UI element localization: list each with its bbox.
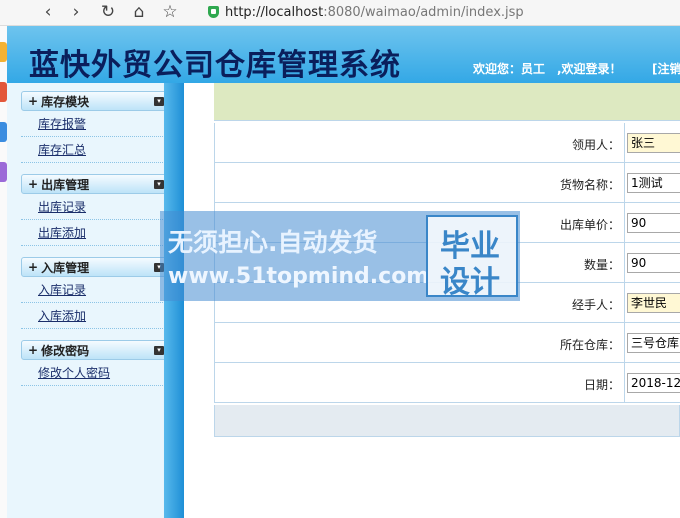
- date-input[interactable]: 2018-12-: [627, 373, 680, 393]
- unit-price-input[interactable]: 90: [627, 213, 680, 233]
- watermark-badge: 毕业 设计: [426, 215, 518, 300]
- sidebar-item-stock-alert[interactable]: 库存报警: [21, 111, 171, 137]
- goods-name-label: 货物名称：: [559, 178, 620, 192]
- handler-input[interactable]: 李世民: [627, 293, 680, 313]
- sidebar-item-outbound-records[interactable]: 出库记录: [21, 194, 171, 220]
- watermark-overlay: 无须担心.自动发货 www.51topmind.com 毕业 设计: [160, 211, 520, 301]
- forward-icon[interactable]: ›: [64, 1, 88, 23]
- form-title-bar: [214, 83, 680, 121]
- plus-icon: +: [28, 177, 39, 191]
- menu-header-password[interactable]: + 修改密码 ▾: [21, 340, 171, 360]
- app-title: 蓝快外贸公司仓库管理系统: [29, 48, 401, 83]
- secure-shield-icon: [208, 6, 219, 18]
- sidebar: + 库存模块 ▾ 库存报警 库存汇总 + 出库管理 ▾ 出库记录 出库添加 + …: [7, 83, 184, 518]
- menu-header-label: 修改密码: [41, 343, 90, 358]
- watermark-badge-line2: 设计: [440, 265, 500, 300]
- handler-label: 经手人：: [571, 298, 620, 312]
- url-host: http://localhost: [225, 4, 324, 20]
- menu-group-password: + 修改密码 ▾ 修改个人密码: [21, 340, 171, 386]
- form-row-goods-name: 货物名称： 1测试: [215, 163, 680, 203]
- sidebar-item-inbound-records[interactable]: 入库记录: [21, 277, 171, 303]
- sidebar-item-stock-summary[interactable]: 库存汇总: [21, 137, 171, 163]
- side-app-icon[interactable]: [0, 82, 7, 102]
- side-app-icon[interactable]: [0, 42, 7, 62]
- unit-price-label: 出库单价：: [559, 218, 620, 232]
- menu-group-inventory: + 库存模块 ▾ 库存报警 库存汇总: [21, 91, 171, 163]
- recipient-input[interactable]: 张三: [627, 133, 680, 153]
- warehouse-select[interactable]: 三号仓库: [627, 333, 680, 353]
- menu-group-outbound: + 出库管理 ▾ 出库记录 出库添加: [21, 174, 171, 246]
- browser-toolbar: ‹ › ↻ ⌂ ☆ http://localhost:8080/waimao/a…: [0, 0, 680, 26]
- app-header: 蓝快外贸公司仓库管理系统 欢迎您：员工 ,欢迎登录！ [注销: [7, 26, 680, 83]
- date-label: 日期：: [583, 378, 620, 392]
- sidebar-item-inbound-add[interactable]: 入库添加: [21, 303, 171, 329]
- sidebar-item-outbound-add[interactable]: 出库添加: [21, 220, 171, 246]
- plus-icon: +: [28, 94, 39, 108]
- logout-link[interactable]: [注销: [652, 60, 680, 77]
- home-icon[interactable]: ⌂: [127, 1, 151, 23]
- menu-group-inbound: + 入库管理 ▾ 入库记录 入库添加: [21, 257, 171, 329]
- recipient-label: 领用人：: [571, 138, 620, 152]
- collapse-icon[interactable]: ▾: [154, 180, 164, 189]
- form-row-recipient: 领用人： 张三: [215, 123, 680, 163]
- form-row-date: 日期： 2018-12-: [215, 363, 680, 403]
- menu-header-label: 库存模块: [41, 94, 90, 109]
- plus-icon: +: [28, 260, 39, 274]
- watermark-slogan: 无须担心.自动发货: [168, 228, 378, 257]
- warehouse-label: 所在仓库：: [559, 338, 620, 352]
- menu-header-outbound[interactable]: + 出库管理 ▾: [21, 174, 171, 194]
- menu-header-label: 出库管理: [41, 177, 90, 192]
- reload-icon[interactable]: ↻: [96, 1, 120, 23]
- address-bar[interactable]: http://localhost:8080/waimao/admin/index…: [208, 3, 524, 21]
- quantity-label: 数量：: [583, 258, 620, 272]
- goods-name-select[interactable]: 1测试: [627, 173, 680, 193]
- form-footer-bar: [214, 405, 680, 437]
- welcome-text: 欢迎您：员工 ,欢迎登录！: [473, 62, 622, 76]
- back-icon[interactable]: ‹: [36, 1, 60, 23]
- side-app-icon[interactable]: [0, 162, 7, 182]
- form-row-warehouse: 所在仓库： 三号仓库: [215, 323, 680, 363]
- bookmark-star-icon[interactable]: ☆: [158, 1, 182, 23]
- url-path: :8080/waimao/admin/index.jsp: [323, 4, 524, 20]
- plus-icon: +: [28, 343, 39, 357]
- watermark-url: www.51topmind.com: [168, 264, 430, 289]
- menu-header-label: 入库管理: [41, 260, 90, 275]
- sidebar-item-change-password[interactable]: 修改个人密码: [21, 360, 171, 386]
- collapse-icon[interactable]: ▾: [154, 346, 164, 355]
- side-app-icon[interactable]: [0, 122, 7, 142]
- quantity-input[interactable]: 90: [627, 253, 680, 273]
- browser-side-strip: [0, 26, 7, 518]
- menu-header-inventory[interactable]: + 库存模块 ▾: [21, 91, 171, 111]
- collapse-icon[interactable]: ▾: [154, 97, 164, 106]
- menu-header-inbound[interactable]: + 入库管理 ▾: [21, 257, 171, 277]
